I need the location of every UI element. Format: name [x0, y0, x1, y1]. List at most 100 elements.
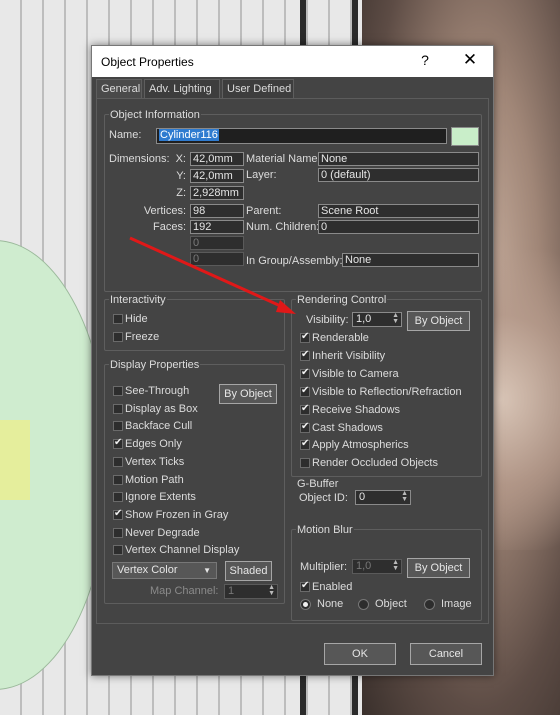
gbuffer-title: G-Buffer: [297, 478, 339, 490]
rendering-by-object-button[interactable]: By Object: [407, 311, 470, 331]
checkbox-box: [300, 331, 310, 343]
checkbox-box: [113, 437, 123, 450]
y-label: Y:: [176, 170, 186, 182]
checkbox-label: Visible to Reflection/Refraction: [312, 385, 462, 398]
selection-gizmo: [0, 420, 30, 500]
name-label: Name:: [109, 129, 142, 141]
extra-count-field: 0: [190, 236, 244, 250]
faces-label: Faces:: [152, 221, 186, 233]
vertices-label: Vertices:: [143, 205, 186, 217]
radio-dot: [424, 599, 435, 610]
checkbox-label: Render Occluded Objects: [312, 457, 438, 470]
display-by-object-button[interactable]: By Object: [219, 384, 277, 404]
visibility-spinner[interactable]: 1,0 ▲ ▼: [352, 312, 402, 327]
visibility-label: Visibility:: [306, 314, 349, 326]
checkbox-box: [113, 421, 123, 432]
group-title: Motion Blur: [296, 524, 354, 536]
object-id-spinner[interactable]: 0 ▲ ▼: [355, 490, 411, 505]
checkbox-box: [113, 508, 123, 520]
map-channel-label: Map Channel:: [150, 585, 219, 597]
name-value: Cylinder116: [159, 129, 219, 141]
dimension-z-field: 2,928mm: [190, 186, 244, 200]
object-id-label: Object ID:: [299, 492, 348, 504]
faces-field: 192: [190, 220, 244, 234]
checkbox-box: [113, 314, 123, 324]
num-children-label: Num. Children:: [246, 221, 320, 233]
spinner-value: 1,0: [356, 560, 372, 572]
layer-field: 0 (default): [318, 168, 479, 182]
checkbox-box: [300, 421, 310, 433]
title-bar: Object Properties ? ✕: [92, 46, 493, 77]
multiplier-label: Multiplier:: [300, 561, 348, 573]
vertex-color-dropdown[interactable]: Vertex Color ▼: [112, 562, 217, 579]
multiplier-spinner[interactable]: 1,0 ▲ ▼: [352, 559, 402, 574]
checkbox-label: Enabled: [312, 581, 353, 593]
checkbox-label: Renderable: [312, 332, 369, 344]
group-title: Rendering Control: [296, 294, 388, 306]
object-properties-dialog: Object Properties ? ✕ General Adv. Light…: [91, 45, 494, 676]
cancel-button[interactable]: Cancel: [410, 643, 482, 665]
checkbox-box: [300, 580, 310, 592]
checkbox-label: Ignore Extents: [125, 491, 196, 504]
group-assembly-label: In Group/Assembly:: [246, 255, 343, 267]
material-label: Material Name:: [246, 153, 321, 165]
parent-label: Parent:: [246, 205, 282, 217]
checkbox-label: Motion Path: [125, 473, 184, 486]
checkbox-label: Edges Only: [125, 438, 182, 451]
checkbox-box: [113, 386, 123, 396]
ok-button[interactable]: OK: [324, 643, 396, 665]
checkbox-box: [113, 527, 123, 538]
tab-adv-lighting[interactable]: Adv. Lighting: [144, 79, 220, 99]
spinner-arrows-icon: ▲ ▼: [392, 312, 399, 325]
checkbox-box: [300, 367, 310, 379]
radio-label: Image: [441, 598, 472, 610]
map-channel-spinner[interactable]: 1 ▲ ▼: [224, 584, 278, 599]
dimension-y-field: 42,0mm: [190, 169, 244, 183]
close-button[interactable]: ✕: [458, 50, 482, 70]
num-children-field: 0: [318, 220, 479, 234]
x-label: X:: [175, 153, 186, 165]
parent-field: Scene Root: [318, 204, 479, 218]
shaded-button[interactable]: Shaded: [225, 561, 272, 581]
dropdown-value: Vertex Color: [117, 564, 178, 576]
dimensions-label: Dimensions:: [109, 153, 170, 165]
checkbox-box: [113, 545, 123, 556]
name-input[interactable]: Cylinder116: [156, 128, 447, 144]
radio-dot: [358, 599, 369, 610]
checkbox-label: Freeze: [125, 331, 160, 343]
vertices-field: 98: [190, 204, 244, 218]
spinner-arrows-icon: ▲ ▼: [392, 559, 399, 572]
checkbox-label: Show Frozen in Gray: [125, 508, 229, 521]
chevron-down-icon: ▼: [203, 566, 211, 575]
checkbox-label: Receive Shadows: [312, 403, 401, 416]
z-label: Z:: [176, 187, 186, 199]
group-assembly-field: None: [342, 253, 479, 267]
checkbox-box: [113, 492, 123, 503]
spinner-value: 0: [359, 491, 366, 503]
checkbox-label: Inherit Visibility: [312, 349, 386, 362]
checkbox-label: Vertex Channel Display: [125, 544, 240, 557]
radio-label: None: [317, 598, 344, 610]
motion-blur-by-object-button[interactable]: By Object: [407, 558, 470, 578]
checkbox-box: [113, 403, 123, 414]
material-field: None: [318, 152, 479, 166]
checkbox-label: Never Degrade: [125, 526, 200, 539]
tab-user-defined[interactable]: User Defined: [222, 79, 294, 99]
spinner-value: 1: [228, 585, 235, 597]
group-title: Object Information: [109, 109, 201, 121]
checkbox-box: [113, 456, 123, 467]
checkbox-label: Cast Shadows: [312, 421, 383, 434]
checkbox-label: Display as Box: [125, 402, 198, 415]
tab-general[interactable]: General: [96, 79, 142, 99]
radio-dot: [300, 599, 311, 610]
object-color-swatch[interactable]: [451, 127, 479, 146]
checkbox-box: [113, 474, 123, 485]
window-title: Object Properties: [101, 55, 194, 69]
checkbox-label: Apply Atmospherics: [312, 439, 409, 452]
checkbox-box: [113, 332, 123, 342]
checkbox-box: [300, 458, 310, 469]
group-title: Interactivity: [109, 294, 167, 306]
layer-label: Layer:: [246, 169, 277, 181]
checkbox-label: Vertex Ticks: [125, 455, 185, 468]
help-button[interactable]: ?: [415, 52, 435, 68]
